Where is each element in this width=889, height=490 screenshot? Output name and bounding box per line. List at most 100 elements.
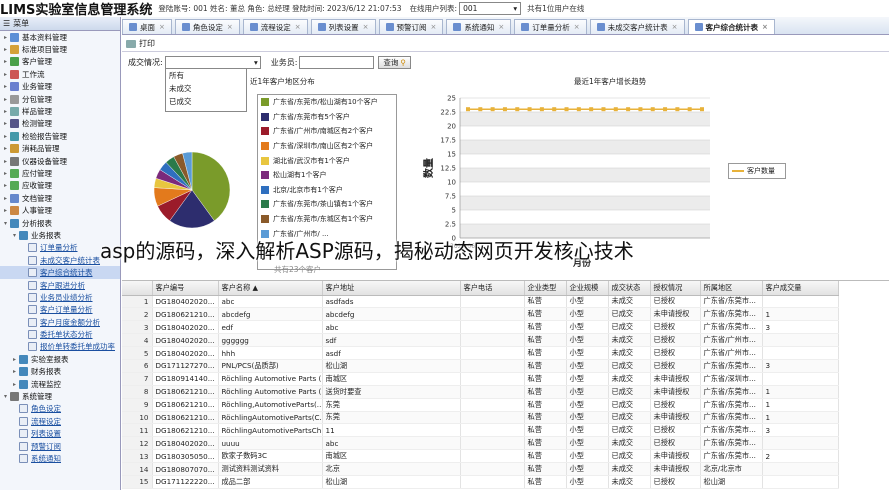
sidebar-item[interactable]: 角色设定	[0, 403, 120, 415]
online-users-select[interactable]: 001 ▾	[459, 2, 522, 15]
deal-status-select[interactable]: ▾	[164, 55, 261, 69]
tab[interactable]: 订单量分析 ×	[514, 19, 587, 34]
sidebar-item[interactable]: 列表设置	[0, 428, 120, 440]
close-icon[interactable]: ×	[762, 23, 768, 31]
sidebar-item[interactable]: ▸ 标准项目管理	[0, 43, 120, 55]
print-button[interactable]: 打印	[139, 38, 155, 49]
expand-icon[interactable]: ▸	[11, 356, 18, 363]
column-header[interactable]: 客户编号	[152, 281, 219, 296]
tab[interactable]: 预警订阅 ×	[378, 19, 444, 34]
sidebar-item[interactable]: ▸ 检验报告管理	[0, 130, 120, 142]
table-row[interactable]: 2 DG180621210... abcdefg abcdefg 私营 小型 已成交 未申请授…	[122, 307, 839, 322]
expand-icon[interactable]: ▸	[2, 182, 9, 189]
expand-icon[interactable]: ▸	[11, 368, 18, 375]
close-icon[interactable]: ×	[431, 23, 437, 31]
tab[interactable]: 列表设置 ×	[310, 19, 376, 34]
expand-icon[interactable]: ▸	[2, 96, 9, 103]
table-row[interactable]: 10 DG180621210... RöchlingAutomotiveParts(…	[122, 411, 839, 425]
column-header[interactable]: 客户名称 ▲	[218, 281, 323, 296]
expand-icon[interactable]: ▸	[2, 145, 9, 152]
expand-icon[interactable]: ▸	[2, 83, 9, 90]
option-not-closed[interactable]: 未成交	[166, 82, 246, 95]
column-header[interactable]: 授权情况	[650, 281, 701, 296]
option-closed[interactable]: 已成交	[166, 95, 246, 108]
salesperson-input[interactable]	[299, 55, 375, 69]
tab[interactable]: 客户综合统计表 ×	[687, 19, 775, 34]
table-row[interactable]: 4 DG180402020... gggggg sdf 私营 小型 未成交 已授权 广东省/广州…	[122, 333, 839, 348]
close-icon[interactable]: ×	[363, 23, 369, 31]
sidebar-item[interactable]: ▸ 实验室报表	[0, 353, 120, 365]
sidebar-item[interactable]: ▸ 财务报表	[0, 366, 120, 378]
table-row[interactable]: 5 DG180402020... hhh asdf 私营 小型 未成交 已授权 广东省/广州市.…	[122, 346, 839, 360]
table-row[interactable]: 15 DG171122220... 成品二部 松山湖 私营 小型 未成交 已授权 松山湖	[122, 475, 839, 489]
close-icon[interactable]: ×	[498, 23, 504, 31]
collapse-icon[interactable]: ▾	[2, 220, 9, 227]
sidebar-item[interactable]: 流程设定	[0, 415, 120, 427]
sidebar-item[interactable]: ▸ 客户管理	[0, 56, 120, 68]
table-row[interactable]: 12 DG180402020... uuuu abc 私营 小型 未成交 已授权 广东省/东莞市…	[122, 436, 839, 451]
column-header[interactable]: 企业类型	[524, 281, 567, 296]
close-icon[interactable]: ×	[295, 23, 301, 31]
column-header[interactable]: 所属地区	[700, 281, 763, 296]
option-all[interactable]: 所有	[166, 69, 246, 82]
sidebar-item[interactable]: 客户综合统计表	[0, 266, 120, 279]
sidebar-item[interactable]: ▸ 业务管理	[0, 81, 120, 93]
expand-icon[interactable]: ▸	[2, 34, 9, 41]
close-icon[interactable]: ×	[159, 23, 165, 31]
table-row[interactable]: 8 DG180621210... Röchling Automotive Parts…	[122, 385, 839, 399]
sidebar-item[interactable]: ▸ 检测管理	[0, 118, 120, 130]
sidebar-item[interactable]: 报价单转委托单成功率	[0, 341, 120, 353]
close-icon[interactable]: ×	[574, 23, 580, 31]
sidebar-item[interactable]: 业务员业绩分析	[0, 291, 120, 303]
sidebar-item[interactable]: ▸ 分包管理	[0, 93, 120, 105]
sidebar-item[interactable]: 系统通知	[0, 452, 120, 464]
expand-icon[interactable]: ▸	[2, 133, 9, 140]
sidebar-item[interactable]: ▸ 文档管理	[0, 192, 120, 204]
column-header[interactable]: 客户电话	[460, 281, 525, 296]
column-header[interactable]: 企业规模	[566, 281, 609, 296]
sidebar-item[interactable]: ▸ 工作流	[0, 68, 120, 80]
tab[interactable]: 系统通知 ×	[446, 19, 512, 34]
tab[interactable]: 流程设定 ×	[242, 19, 308, 34]
table-row[interactable]: 14 DG180807070... 测试资料测试资料 北京 私营 小型 未成交 未申请授权 北京…	[122, 462, 839, 476]
sidebar-item[interactable]: ▸ 应收管理	[0, 180, 120, 192]
sidebar-item[interactable]: 委托单状态分析	[0, 328, 120, 340]
expand-icon[interactable]: ▸	[11, 381, 18, 388]
table-row[interactable]: 9 DG180621210... Röchling,AutomotiveParts(…	[122, 398, 839, 412]
sidebar-item[interactable]: ▾ 分析报表	[0, 217, 120, 229]
sidebar-item[interactable]: ▸ 样品管理	[0, 105, 120, 117]
column-header[interactable]: 成交状态	[608, 281, 651, 296]
sidebar-item[interactable]: 客户跟进分析	[0, 279, 120, 291]
expand-icon[interactable]: ▸	[2, 195, 9, 202]
sidebar-item[interactable]: ▸ 应付管理	[0, 167, 120, 179]
expand-icon[interactable]: ▸	[2, 58, 9, 65]
tab[interactable]: 角色设定 ×	[174, 19, 240, 34]
expand-icon[interactable]: ▸	[2, 158, 9, 165]
tab[interactable]: 未成交客户统计表 ×	[589, 19, 685, 34]
sidebar-item[interactable]: ▸ 流程监控	[0, 378, 120, 390]
search-button[interactable]: 查询 ⚲	[378, 55, 411, 69]
sidebar-item[interactable]: ▾ 系统管理	[0, 390, 120, 402]
sidebar-item[interactable]: ▸ 人事管理	[0, 204, 120, 216]
close-icon[interactable]: ×	[227, 23, 233, 31]
expand-icon[interactable]: ▸	[2, 170, 9, 177]
tab[interactable]: 桌面 ×	[122, 19, 172, 34]
table-row[interactable]: 3 DG180402020... edf abc 私营 小型 已成交 已授权 广东省/东莞市..…	[122, 320, 839, 335]
close-icon[interactable]: ×	[672, 23, 678, 31]
sidebar-item[interactable]: 客户订单量分析	[0, 304, 120, 316]
table-row[interactable]: 13 DG180305050... 欧家子数码3C 南城区 私营 小型 已成交 未申请授权 广东…	[122, 449, 839, 464]
sidebar-item[interactable]: ▸ 消耗品管理	[0, 143, 120, 155]
table-row[interactable]: 11 DG180621210... RöchlingAutomotivePartsC…	[122, 423, 839, 438]
column-header[interactable]: 客户成交量	[762, 281, 839, 296]
sidebar-item[interactable]: 预警订阅	[0, 440, 120, 452]
expand-icon[interactable]: ▸	[2, 71, 9, 78]
expand-icon[interactable]: ▸	[2, 120, 9, 127]
table-row[interactable]: 1 DG180402020... abc asdfads 私营 小型 未成交 已授权 广东省/东…	[122, 295, 839, 309]
sidebar-item[interactable]: 客户月度金额分析	[0, 316, 120, 328]
expand-icon[interactable]: ▸	[2, 207, 9, 214]
column-header[interactable]	[122, 281, 153, 296]
column-header[interactable]: 客户地址	[322, 281, 461, 296]
expand-icon[interactable]: ▸	[2, 46, 9, 53]
table-row[interactable]: 7 DG180914140... Röchling Automotive Parts…	[122, 372, 839, 386]
collapse-icon[interactable]: ▾	[2, 393, 9, 400]
